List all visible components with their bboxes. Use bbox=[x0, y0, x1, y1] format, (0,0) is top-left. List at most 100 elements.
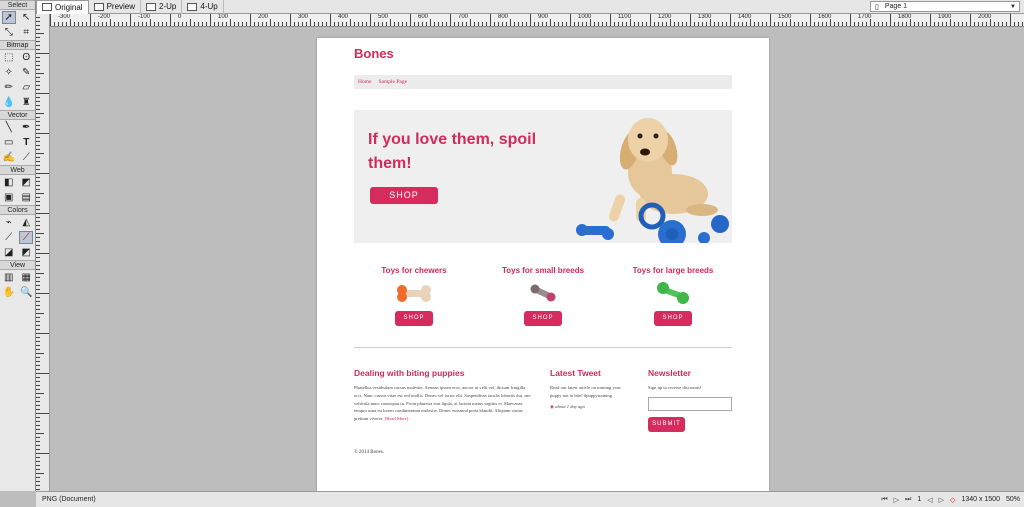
hand-tool-icon[interactable]: ✋ bbox=[2, 286, 16, 299]
ruler-tick bbox=[36, 105, 40, 106]
ruler-tick bbox=[506, 22, 507, 26]
newsletter-title: Newsletter bbox=[648, 368, 691, 378]
prev-frame-icon[interactable]: ◁ bbox=[927, 496, 932, 504]
ruler-tick bbox=[954, 22, 955, 26]
ruler-label: 1400 bbox=[738, 14, 752, 20]
swap-colors-icon[interactable]: ◩ bbox=[19, 246, 33, 259]
play-icon[interactable]: ▷ bbox=[894, 496, 899, 504]
document-page[interactable]: Bones Home Sample Page If you love them,… bbox=[317, 38, 769, 491]
ruler-label: 500 bbox=[378, 14, 389, 20]
newsletter-submit-button[interactable]: SUBMIT bbox=[648, 416, 685, 432]
tab-2-up[interactable]: 2-Up bbox=[141, 0, 183, 14]
eyedropper-tool-icon[interactable]: ⌁ bbox=[2, 216, 16, 229]
tab-preview[interactable]: Preview bbox=[89, 0, 142, 14]
standard-screen-icon[interactable]: ▥ bbox=[2, 271, 16, 284]
ruler-tick bbox=[458, 22, 459, 26]
hotspot-tool-icon[interactable]: ◧ bbox=[2, 176, 16, 189]
ruler-tick bbox=[730, 14, 731, 26]
marquee-tool-icon[interactable]: ⬚ bbox=[2, 51, 16, 64]
lasso-tool-icon[interactable]: ʘ bbox=[19, 51, 33, 64]
ruler-tick bbox=[36, 185, 40, 186]
show-slices-icon[interactable]: ▤ bbox=[19, 191, 33, 204]
pencil-icon bbox=[42, 3, 52, 11]
hero-shop-button[interactable]: SHOP bbox=[370, 187, 438, 204]
ruler-tick bbox=[36, 321, 40, 322]
ruler-tick bbox=[918, 22, 919, 26]
eraser-tool-icon[interactable]: ▱ bbox=[19, 81, 33, 94]
read-more-link[interactable]: [Read More] bbox=[385, 416, 409, 421]
ruler-tick bbox=[406, 22, 407, 26]
category-shop-button[interactable]: SHOP bbox=[395, 311, 433, 326]
pencil-tool-icon[interactable]: ✏ bbox=[2, 81, 16, 94]
ruler-tick bbox=[82, 22, 83, 26]
ruler-tick bbox=[342, 22, 343, 26]
page-number: 1 bbox=[917, 496, 922, 503]
status-bar: PNG (Document) ⏮ ▷ ⏭ 1 ◁ ▷ ◇ 1340 x 1500… bbox=[36, 491, 1024, 507]
brush-tool-icon[interactable]: ✎ bbox=[19, 66, 33, 79]
tab-original[interactable]: Original bbox=[36, 0, 89, 14]
text-tool-icon[interactable]: T bbox=[19, 136, 33, 149]
ruler-label: 600 bbox=[418, 14, 429, 20]
ruler-tick bbox=[1010, 14, 1011, 26]
ruler-label: -100 bbox=[138, 14, 151, 20]
full-screen-icon[interactable]: ▦ bbox=[19, 271, 33, 284]
hide-slices-icon[interactable]: ▣ bbox=[2, 191, 16, 204]
freeform-tool-icon[interactable]: ✍ bbox=[2, 151, 16, 164]
ruler-tick bbox=[282, 22, 283, 26]
fill-color-icon[interactable]: ⟋ bbox=[19, 231, 34, 244]
ruler-tick bbox=[36, 57, 40, 58]
ruler-tick bbox=[36, 249, 40, 250]
ruler-tick bbox=[374, 22, 375, 26]
nav-link-home[interactable]: Home bbox=[358, 79, 371, 85]
ruler-tick bbox=[726, 22, 727, 26]
pointer-tool-icon[interactable]: ➚ bbox=[1, 11, 16, 24]
last-page-icon[interactable]: ⏭ bbox=[905, 496, 911, 504]
ruler-tick bbox=[882, 22, 883, 26]
paint-bucket-tool-icon[interactable]: ◭ bbox=[19, 216, 33, 229]
ruler-tick bbox=[36, 109, 40, 110]
category-large-breeds: Toys for large breeds SHOP bbox=[613, 266, 733, 326]
slice-tool-icon[interactable]: ◩ bbox=[19, 176, 33, 189]
pen-tool-icon[interactable]: ✒ bbox=[19, 121, 33, 134]
blog-title[interactable]: Dealing with biting puppies bbox=[354, 368, 534, 378]
category-shop-button[interactable]: SHOP bbox=[524, 311, 562, 326]
default-colors-icon[interactable]: ◪ bbox=[2, 246, 16, 259]
stroke-color-icon[interactable]: ⟋ bbox=[2, 231, 16, 244]
blur-tool-icon[interactable]: 💧 bbox=[2, 96, 16, 109]
line-tool-icon[interactable]: ╲ bbox=[2, 121, 16, 134]
ruler-tick bbox=[330, 14, 331, 26]
footer-copyright: © 2014 Bones. bbox=[354, 450, 385, 455]
ruler-label: 2000 bbox=[978, 14, 992, 20]
stamp-tool-icon[interactable]: ♜ bbox=[19, 96, 33, 109]
newsletter-email-input[interactable] bbox=[648, 396, 732, 411]
ruler-tick bbox=[894, 22, 895, 26]
zoom-level[interactable]: 50% bbox=[1006, 496, 1020, 503]
crop-tool-icon[interactable]: ⌗ bbox=[19, 26, 33, 39]
ruler-tick bbox=[302, 22, 303, 26]
ruler-label: 1300 bbox=[698, 14, 712, 20]
ruler-tick bbox=[214, 22, 215, 26]
page-selector[interactable]: ▯ Page 1 ▼ bbox=[870, 1, 1020, 12]
nav-link-sample-page[interactable]: Sample Page bbox=[378, 79, 407, 85]
canvas-area[interactable]: Bones Home Sample Page If you love them,… bbox=[51, 28, 1024, 491]
section-divider bbox=[354, 347, 732, 348]
zoom-tool-icon[interactable]: 🔍 bbox=[19, 286, 33, 299]
ruler-tick bbox=[534, 22, 535, 26]
ruler-tick bbox=[36, 125, 40, 126]
next-frame-icon[interactable]: ▷ bbox=[939, 496, 944, 504]
rectangle-tool-icon[interactable]: ▭ bbox=[2, 136, 16, 149]
ruler-tick bbox=[36, 429, 40, 430]
knife-tool-icon[interactable]: ⟋ bbox=[19, 151, 33, 164]
stop-icon[interactable]: ◇ bbox=[950, 496, 955, 504]
ruler-tick bbox=[778, 22, 779, 26]
ruler-label: 200 bbox=[258, 14, 269, 20]
subselect-tool-icon[interactable]: ↖ bbox=[19, 11, 33, 24]
ruler-tick bbox=[36, 269, 40, 270]
magic-wand-tool-icon[interactable]: ✧ bbox=[2, 66, 16, 79]
tab-4-up[interactable]: 4-Up bbox=[182, 0, 224, 14]
scale-tool-icon[interactable]: ⤡ bbox=[2, 26, 16, 39]
first-page-icon[interactable]: ⏮ bbox=[881, 496, 887, 504]
ruler-tick bbox=[36, 465, 40, 466]
tweet-body: Read our latest article on training your… bbox=[550, 385, 621, 398]
category-shop-button[interactable]: SHOP bbox=[654, 311, 692, 326]
